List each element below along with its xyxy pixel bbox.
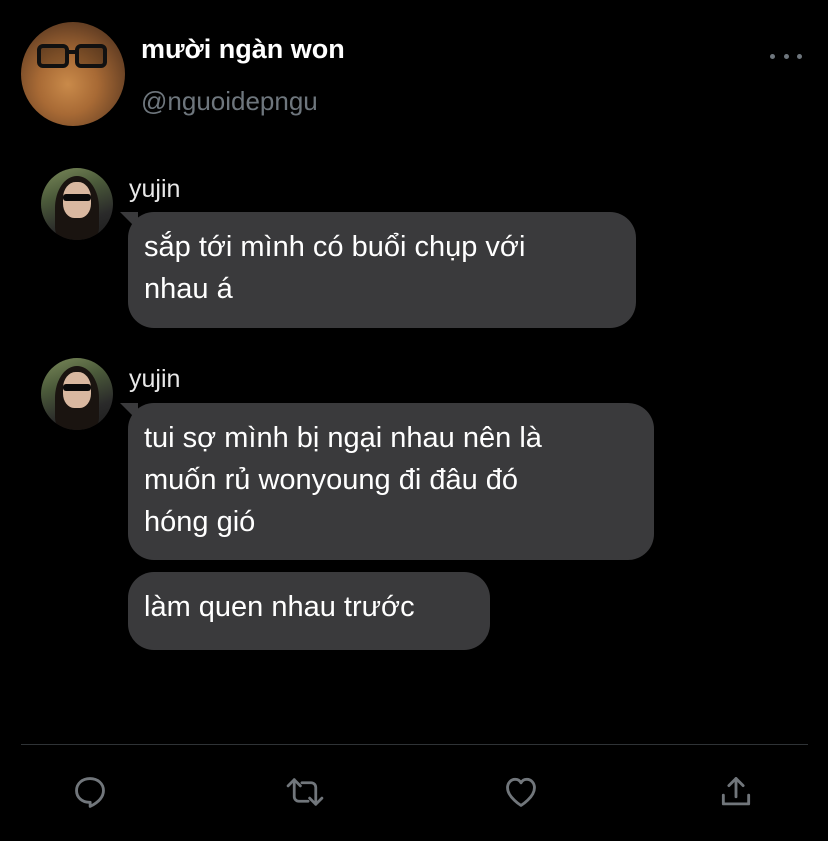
more-dot [783,53,789,59]
message-bubble: tui sợ mình bị ngại nhau nên là muốn rủ … [128,403,654,560]
user-handle[interactable]: @nguoidepngu [141,86,318,117]
message-bubble: làm quen nhau trước [128,572,490,650]
display-name[interactable]: mười ngàn won [141,34,345,65]
divider [21,744,808,745]
reply-button[interactable] [70,772,110,812]
message-line: muốn rủ wonyoung đi đâu đó [144,464,519,496]
message-line: hóng gió [144,506,256,538]
message-line: tui sợ mình bị ngại nhau nên là [144,422,542,454]
more-dot [770,53,775,59]
sender-name: yujin [129,175,181,203]
profile-avatar[interactable] [21,22,125,126]
share-button[interactable] [716,772,756,812]
like-icon [506,777,536,807]
retweet-button[interactable] [285,772,325,812]
message-bubble: sắp tới mình có buổi chụp với nhau á [128,212,636,328]
retweet-icon [286,778,324,806]
message-line: nhau á [144,273,233,305]
message-line: sắp tới mình có buổi chụp với [144,231,526,263]
sender-name: yujin [129,365,181,393]
sender-avatar [41,358,113,430]
glasses-icon [37,44,107,68]
more-options-icon[interactable] [770,48,802,64]
like-button[interactable] [501,772,541,812]
more-dot [797,53,802,59]
sender-avatar [41,168,113,240]
message-line: làm quen nhau trước [144,591,415,623]
reply-icon [75,777,105,808]
share-icon [721,777,751,806]
